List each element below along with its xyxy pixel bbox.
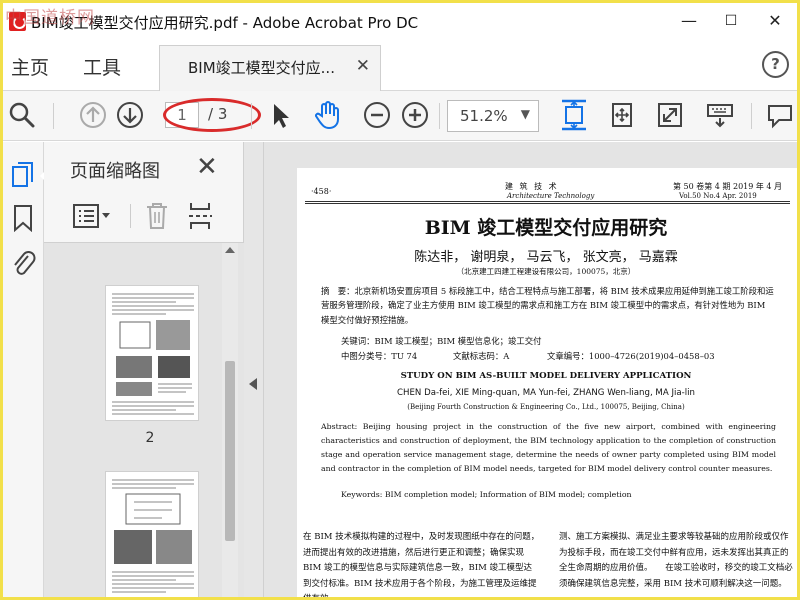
comment-icon[interactable] xyxy=(765,100,795,130)
toolbar-separator xyxy=(53,103,54,129)
toolbar: 1 / 3 51.2% ▼ xyxy=(3,91,797,141)
delete-page-icon[interactable] xyxy=(144,201,170,231)
pdf-page: ·458· 建 筑 技 术 Architecture Technology 第 … xyxy=(297,168,797,600)
toolbar-separator xyxy=(439,103,440,129)
thumbnail-scrollbar[interactable] xyxy=(222,243,238,597)
page-thumbnail[interactable] xyxy=(105,285,199,421)
thumbnail-toolbar xyxy=(44,194,244,238)
document-tab-label: BIM竣工模型交付应... xyxy=(188,59,335,77)
tab-bar: 主页 工具 BIM竣工模型交付应... ✕ ? xyxy=(3,41,797,91)
page-number: ·458· xyxy=(311,187,332,196)
paper-title-en: STUDY ON BIM AS-BUILT MODEL DELIVERY APP… xyxy=(400,371,692,381)
next-page-icon[interactable] xyxy=(115,100,145,130)
authors-en: CHEN Da-fei, XIE Ming-quan, MA Yun-fei, … xyxy=(397,388,695,398)
article-number: 文章编号：1000–4726(2019)04–0458–03 xyxy=(547,351,715,361)
page-thumbnail[interactable] xyxy=(105,471,199,597)
search-icon[interactable] xyxy=(7,100,37,130)
maximize-button[interactable]: ☐ xyxy=(711,5,751,37)
close-document-tab-button[interactable]: ✕ xyxy=(356,56,370,76)
abstract-en: Abstract: Beijing housing project in the… xyxy=(321,422,776,473)
page-thumbnails-icon[interactable] xyxy=(10,160,36,190)
paper-title-cn: BIM 竣工模型交付应用研究 xyxy=(424,217,668,239)
toolbar-separator xyxy=(130,204,131,228)
close-panel-button[interactable]: ✕ xyxy=(196,152,218,182)
help-button[interactable]: ? xyxy=(762,51,789,78)
body-text-column-1: 在 BIM 技术模拟构建的过程中，及时发现图纸中存在的问题，进而提出有效的改进措… xyxy=(303,532,540,600)
scrollbar-thumb[interactable] xyxy=(225,361,235,541)
issue-en: Vol.50 No.4 Apr. 2019 xyxy=(679,192,757,200)
keyboard-icon[interactable] xyxy=(705,100,735,130)
classification-number: 中图分类号：TU 74 xyxy=(341,351,418,361)
scroll-up-arrow-icon[interactable] xyxy=(225,247,235,253)
hand-tool-icon[interactable] xyxy=(312,100,342,130)
fit-page-icon[interactable] xyxy=(558,98,590,132)
zoom-level-dropdown[interactable]: 51.2% ▼ xyxy=(447,100,539,132)
body-text-column-2: 测、施工方案模拟、满足业主要求等较基础的应用阶段或仅作为投标手段，而在竣工交付中… xyxy=(559,532,793,589)
affiliation-en: (Beijing Fourth Construction & Engineeri… xyxy=(407,403,685,411)
tab-home[interactable]: 主页 xyxy=(11,53,49,80)
panel-collapse-bar[interactable] xyxy=(244,142,264,597)
panel-title: 页面缩略图 xyxy=(70,161,160,182)
abstract-cn: 摘 要：北京新机场安置房项目 5 标段施工中，结合工程特点与施工部署，将 BIM… xyxy=(321,286,774,325)
journal-name-cn: 建 筑 技 术 xyxy=(505,182,559,191)
header-rule xyxy=(305,201,790,202)
navigation-pane-strip xyxy=(3,142,46,597)
full-screen-icon[interactable] xyxy=(655,100,685,130)
select-cursor-icon[interactable] xyxy=(265,100,295,130)
bookmark-icon[interactable] xyxy=(11,204,35,232)
zoom-in-icon[interactable] xyxy=(400,100,430,130)
thumbnail-list[interactable]: 2 xyxy=(44,242,244,597)
previous-page-icon[interactable] xyxy=(78,100,108,130)
affiliation-cn: （北京建工四建工程建设有限公司，100075，北京） xyxy=(456,267,636,276)
extract-pages-icon[interactable] xyxy=(187,201,213,231)
close-window-button[interactable]: ✕ xyxy=(755,5,795,37)
zoom-level-value: 51.2% xyxy=(460,107,508,125)
rotate-view-icon[interactable] xyxy=(607,100,637,130)
tab-tools[interactable]: 工具 xyxy=(83,53,121,80)
document-view[interactable]: ·458· 建 筑 技 术 Architecture Technology 第 … xyxy=(264,142,797,600)
tab-document[interactable]: BIM竣工模型交付应... ✕ xyxy=(159,45,381,91)
title-bar: BIM竣工模型交付应用研究.pdf - Adobe Acrobat Pro DC… xyxy=(3,3,797,41)
watermark-text: 中国道桥网 xyxy=(5,8,95,28)
issue-cn: 第 50 卷第 4 期 2019 年 4 月 xyxy=(673,182,783,191)
collapse-arrow-icon[interactable] xyxy=(249,378,257,390)
red-annotation-ellipse xyxy=(163,98,261,132)
keywords-en: Keywords: BIM completion model; Informat… xyxy=(341,490,632,499)
keywords-cn: 关键词：BIM 竣工模型；BIM 模型信息化；竣工交付 xyxy=(341,336,542,346)
attachment-icon[interactable] xyxy=(10,248,36,278)
chevron-down-icon: ▼ xyxy=(520,107,530,121)
header-rule xyxy=(305,203,790,204)
zoom-out-icon[interactable] xyxy=(362,100,392,130)
toolbar-separator xyxy=(751,103,752,129)
thumbnail-options-icon[interactable] xyxy=(72,202,112,230)
page-thumbnails-panel: 页面缩略图 ✕ 2 xyxy=(44,142,244,597)
journal-name-en: Architecture Technology xyxy=(507,192,595,200)
authors-cn: 陈达非， 谢明泉， 马云飞， 张文亮， 马嘉霖 xyxy=(414,250,678,265)
minimize-button[interactable]: — xyxy=(669,5,709,37)
toolbar-separator xyxy=(251,103,252,129)
screenshot-frame: BIM竣工模型交付应用研究.pdf - Adobe Acrobat Pro DC… xyxy=(0,0,800,600)
document-code: 文献标志码：A xyxy=(453,351,510,361)
